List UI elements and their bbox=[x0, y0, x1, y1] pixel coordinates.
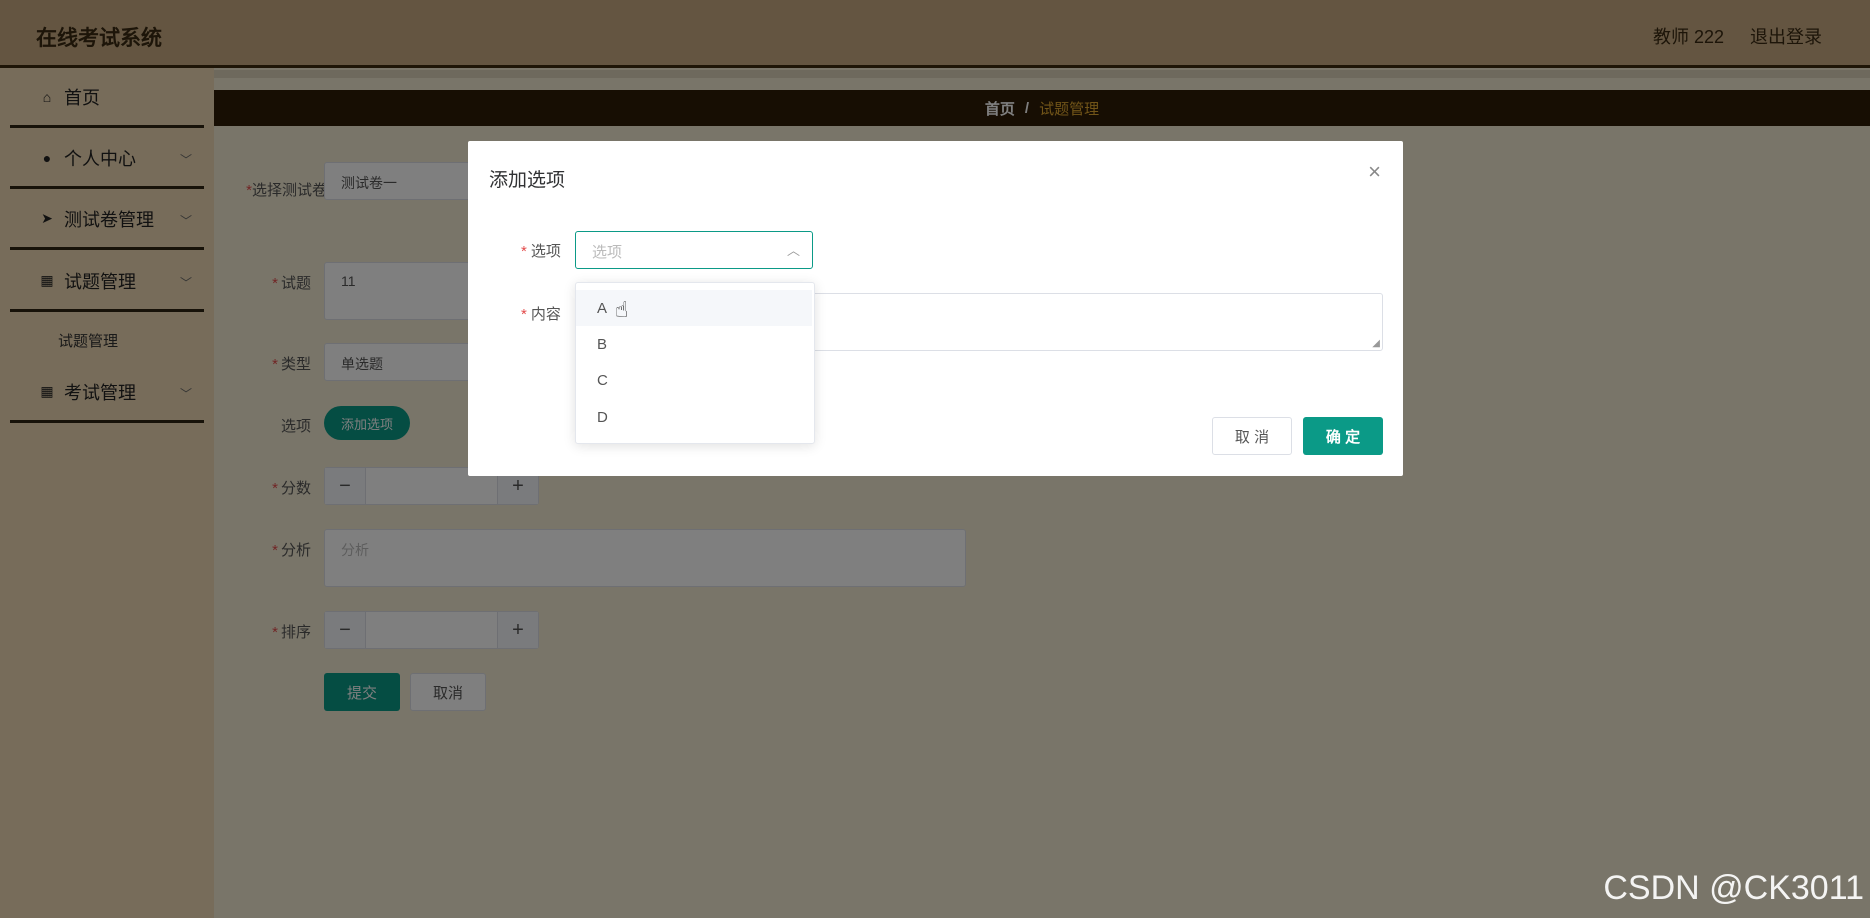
dropdown-option-b[interactable]: B bbox=[576, 326, 812, 362]
dropdown-option-d[interactable]: D bbox=[576, 399, 812, 435]
option-select-placeholder: 选项 bbox=[592, 244, 623, 261]
option-label: * 选项 bbox=[521, 243, 561, 260]
dialog-title: 添加选项 bbox=[489, 170, 566, 191]
dialog-confirm-button[interactable]: 确 定 bbox=[1303, 417, 1383, 455]
option-select[interactable]: 选项 ︿ bbox=[575, 231, 813, 269]
chevron-up-icon: ︿ bbox=[786, 243, 800, 258]
hand-cursor-icon: ☝ bbox=[615, 297, 629, 322]
content-label: * 内容 bbox=[521, 306, 561, 323]
close-icon[interactable]: × bbox=[1368, 159, 1381, 185]
dialog-cancel-button[interactable]: 取 消 bbox=[1212, 417, 1292, 455]
dropdown-option-a[interactable]: A bbox=[576, 290, 812, 326]
dropdown-option-c[interactable]: C bbox=[576, 362, 812, 398]
option-dropdown: A B C D bbox=[575, 282, 815, 444]
resize-handle-icon[interactable]: ◢ bbox=[1372, 338, 1380, 349]
watermark: CSDN @CK3011 bbox=[1603, 869, 1864, 907]
